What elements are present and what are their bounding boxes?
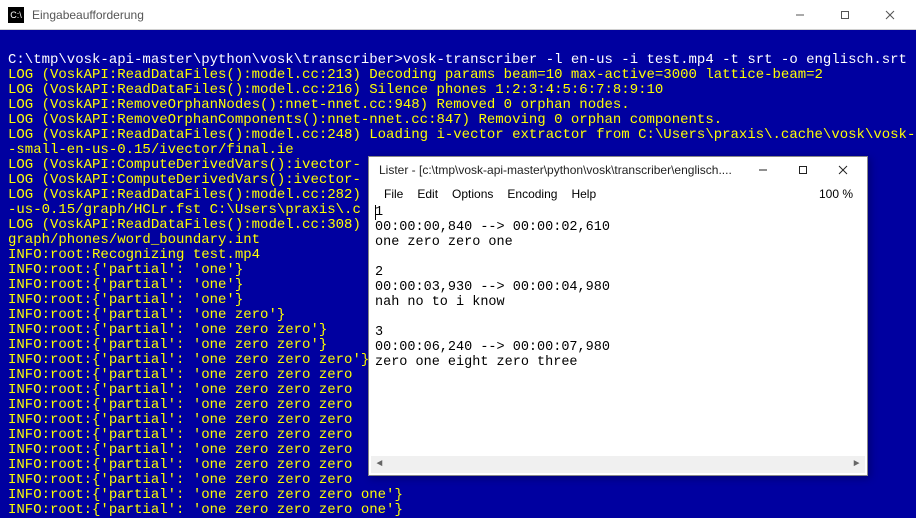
- menu-options[interactable]: Options: [445, 187, 500, 201]
- lister-menubar: File Edit Options Encoding Help 100 %: [369, 183, 867, 205]
- menu-edit[interactable]: Edit: [410, 187, 445, 201]
- lister-scrollbar[interactable]: ◄ ►: [371, 456, 865, 473]
- cmd-window-controls: [777, 0, 912, 30]
- cmd-icon: C:\: [8, 7, 24, 23]
- lister-content: 1 00:00:00,840 --> 00:00:02,610 one zero…: [375, 205, 861, 370]
- maximize-button[interactable]: [822, 0, 867, 30]
- close-button[interactable]: [823, 158, 863, 182]
- cmd-title: Eingabeaufforderung: [32, 8, 777, 22]
- minimize-button[interactable]: [777, 0, 822, 30]
- lister-window[interactable]: Lister - [c:\tmp\vosk-api-master\python\…: [368, 156, 868, 476]
- menu-encoding[interactable]: Encoding: [500, 187, 564, 201]
- cmd-titlebar[interactable]: C:\ Eingabeaufforderung: [0, 0, 916, 30]
- lister-titlebar[interactable]: Lister - [c:\tmp\vosk-api-master\python\…: [369, 157, 867, 183]
- maximize-button[interactable]: [783, 158, 823, 182]
- scroll-right-icon[interactable]: ►: [848, 456, 865, 473]
- minimize-button[interactable]: [743, 158, 783, 182]
- lister-percent: 100 %: [819, 187, 859, 201]
- lister-body[interactable]: 1 00:00:00,840 --> 00:00:02,610 one zero…: [371, 205, 865, 455]
- scroll-left-icon[interactable]: ◄: [371, 456, 388, 473]
- menu-help[interactable]: Help: [564, 187, 603, 201]
- close-button[interactable]: [867, 0, 912, 30]
- lister-window-controls: [743, 158, 863, 182]
- lister-title: Lister - [c:\tmp\vosk-api-master\python\…: [379, 163, 743, 177]
- menu-file[interactable]: File: [377, 187, 410, 201]
